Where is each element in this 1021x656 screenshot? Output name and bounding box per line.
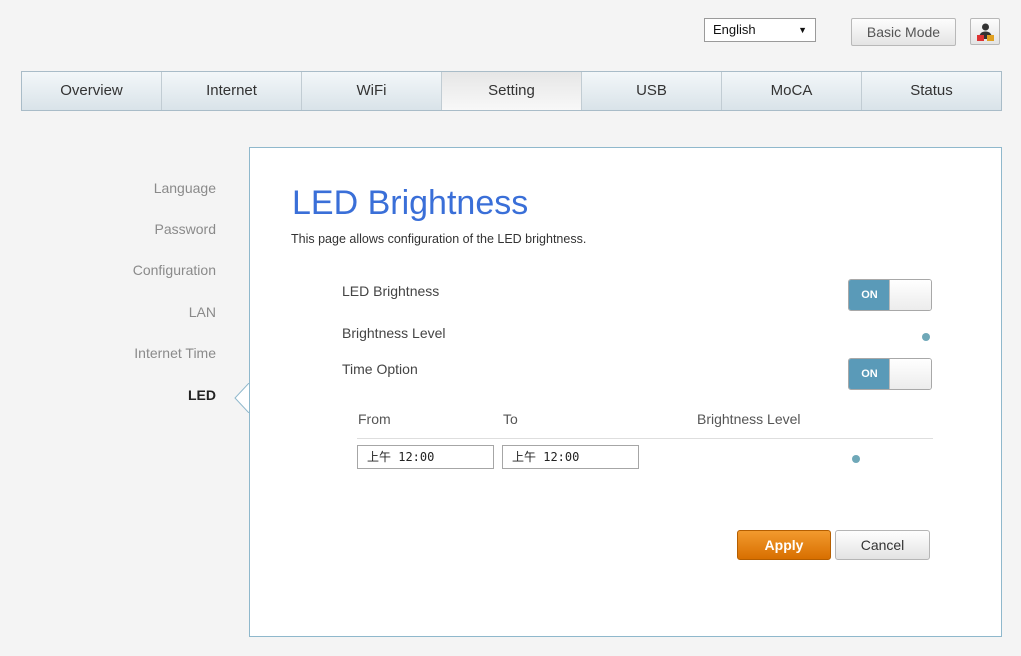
toggle-on-label: ON bbox=[849, 280, 890, 310]
table-divider bbox=[357, 438, 933, 439]
content-panel: LED Brightness This page allows configur… bbox=[249, 147, 1002, 637]
from-time-input[interactable]: 上午 12:00 bbox=[357, 445, 494, 469]
sidebar-item-configuration[interactable]: Configuration bbox=[133, 262, 216, 278]
brightness-level-label: Brightness Level bbox=[342, 325, 446, 341]
to-time-input[interactable]: 上午 12:00 bbox=[502, 445, 639, 469]
brightness-level-slider-handle[interactable] bbox=[922, 333, 930, 341]
column-header-from: From bbox=[358, 411, 391, 427]
page-title: LED Brightness bbox=[292, 184, 529, 222]
tab-status[interactable]: Status bbox=[862, 72, 1001, 110]
column-header-brightness-level: Brightness Level bbox=[697, 411, 801, 427]
cancel-button[interactable]: Cancel bbox=[835, 530, 930, 560]
toggle-knob bbox=[889, 280, 931, 310]
user-icon bbox=[977, 23, 994, 41]
active-item-pointer bbox=[234, 383, 249, 413]
sidebar-item-language[interactable]: Language bbox=[154, 180, 216, 196]
language-select-value: English bbox=[713, 22, 756, 37]
tab-internet[interactable]: Internet bbox=[162, 72, 302, 110]
time-option-label: Time Option bbox=[342, 361, 418, 377]
user-button[interactable] bbox=[970, 18, 1000, 45]
tab-usb[interactable]: USB bbox=[582, 72, 722, 110]
basic-mode-button[interactable]: Basic Mode bbox=[851, 18, 956, 46]
toggle-knob bbox=[889, 359, 931, 389]
sidebar-item-lan[interactable]: LAN bbox=[189, 304, 216, 320]
sidebar-item-internet-time[interactable]: Internet Time bbox=[134, 345, 216, 361]
schedule-brightness-slider-handle[interactable] bbox=[852, 455, 860, 463]
tab-wifi[interactable]: WiFi bbox=[302, 72, 442, 110]
tab-setting[interactable]: Setting bbox=[442, 72, 582, 110]
tab-overview[interactable]: Overview bbox=[22, 72, 162, 110]
language-select[interactable]: English ▼ bbox=[704, 18, 816, 42]
toggle-on-label: ON bbox=[849, 359, 890, 389]
tab-moca[interactable]: MoCA bbox=[722, 72, 862, 110]
time-option-toggle[interactable]: ON bbox=[848, 358, 932, 390]
page-description: This page allows configuration of the LE… bbox=[291, 232, 587, 246]
sidebar-item-password[interactable]: Password bbox=[155, 221, 216, 237]
main-nav: Overview Internet WiFi Setting USB MoCA … bbox=[21, 71, 1002, 111]
led-brightness-label: LED Brightness bbox=[342, 283, 440, 299]
led-brightness-toggle[interactable]: ON bbox=[848, 279, 932, 311]
sidebar-item-led[interactable]: LED bbox=[188, 387, 216, 403]
caret-down-icon: ▼ bbox=[798, 25, 807, 35]
column-header-to: To bbox=[503, 411, 518, 427]
apply-button[interactable]: Apply bbox=[737, 530, 831, 560]
